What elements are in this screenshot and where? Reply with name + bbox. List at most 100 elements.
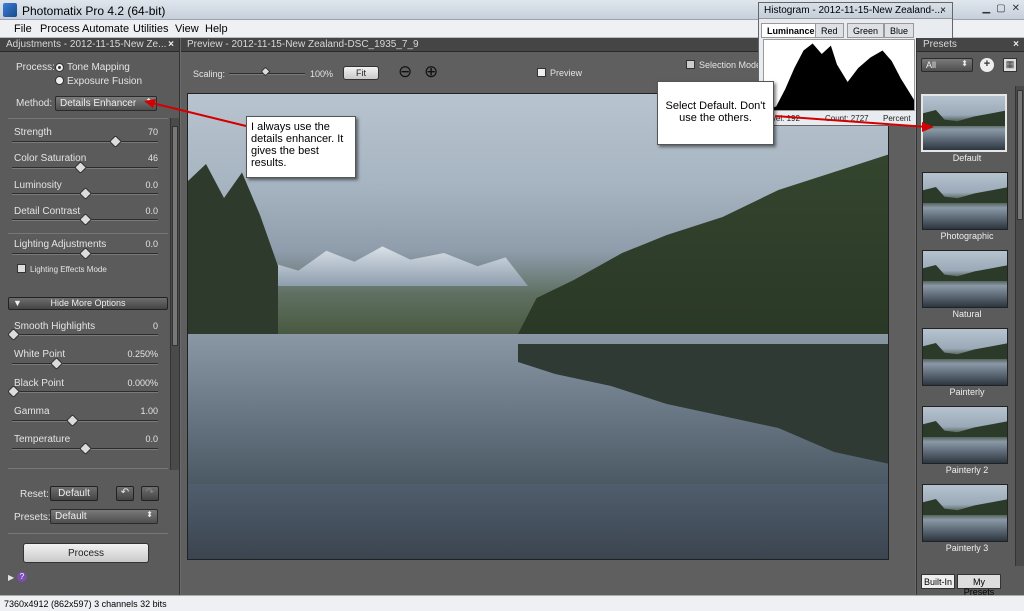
strength-label: Strength: [14, 127, 52, 138]
tab-red[interactable]: Red: [815, 23, 844, 38]
preset-label-painterly-3: Painterly 3: [945, 543, 989, 553]
scaling-value: 100%: [310, 69, 334, 79]
histogram-graph: [763, 39, 915, 111]
luminosity-thumb[interactable]: [79, 187, 92, 200]
tone-mapping-radio[interactable]: [55, 63, 64, 72]
expand-icon[interactable]: ▶: [8, 573, 14, 582]
presets-label: Presets:: [14, 512, 51, 523]
presets-filter-value: All: [926, 60, 937, 70]
thumb-trees: [923, 343, 1007, 359]
preset-thumb-painterly-3[interactable]: [922, 484, 1008, 542]
app-title: Photomatix Pro 4.2 (64-bit): [22, 4, 166, 18]
close-icon[interactable]: ×: [168, 39, 174, 50]
temperature-value: 0.0: [145, 434, 158, 444]
menu-help[interactable]: Help: [205, 23, 228, 35]
hide-more-options-button[interactable]: ▼ Hide More Options: [8, 297, 168, 310]
method-label: Method:: [16, 98, 53, 109]
thumb-trees: [923, 421, 1007, 437]
redo-button[interactable]: ↷: [141, 486, 159, 501]
zoom-in-icon[interactable]: ⊕: [424, 62, 438, 82]
black-point-label: Black Point: [14, 378, 65, 389]
tab-my-presets[interactable]: My Presets: [957, 574, 1001, 597]
method-select[interactable]: Details Enhancer ⬍: [55, 96, 157, 111]
close-icon[interactable]: ✕: [1012, 3, 1020, 14]
reset-default-button[interactable]: Default: [50, 486, 98, 501]
gamma-thumb[interactable]: [66, 414, 79, 427]
divider: [8, 233, 168, 234]
strength-thumb[interactable]: [109, 135, 122, 148]
tab-luminance[interactable]: Luminance: [761, 23, 821, 38]
histogram-header: Histogram - 2012-11-15-New Zealand-... ×: [759, 3, 952, 19]
histogram-title: Histogram - 2012-11-15-New Zealand-...: [764, 5, 943, 16]
close-icon[interactable]: ×: [1013, 39, 1019, 50]
adjustments-title: Adjustments - 2012-11-15-New Ze...: [6, 39, 167, 50]
temperature-thumb[interactable]: [79, 442, 92, 455]
preset-label-painterly-2: Painterly 2: [945, 465, 989, 475]
help-icon[interactable]: ?: [17, 572, 27, 582]
undo-button[interactable]: ↶: [116, 486, 134, 501]
triangle-down-icon: ▼: [13, 298, 22, 308]
lighting-effects-label: Lighting Effects Mode: [30, 265, 107, 274]
view-mode-icon[interactable]: ▦: [1003, 58, 1017, 72]
selection-mode-checkbox[interactable]: [686, 60, 695, 69]
fit-button[interactable]: Fit: [343, 66, 379, 80]
close-icon[interactable]: ×: [940, 5, 946, 16]
white-point-value: 0.250%: [127, 349, 158, 359]
hide-more-options-label: Hide More Options: [50, 298, 126, 308]
black-point-slider[interactable]: [12, 391, 158, 393]
adjustments-panel: Adjustments - 2012-11-15-New Ze... × Pro…: [0, 38, 180, 595]
detail-contrast-thumb[interactable]: [79, 213, 92, 226]
presets-filter-select[interactable]: All ⬍: [921, 58, 973, 72]
add-preset-icon[interactable]: +: [980, 58, 994, 72]
method-value: Details Enhancer: [60, 98, 137, 109]
status-text: 7360x4912 (862x597) 3 channels 32 bits: [4, 599, 167, 609]
menu-file[interactable]: File: [14, 23, 32, 35]
tab-green[interactable]: Green: [847, 23, 885, 38]
minimize-icon[interactable]: ▁: [982, 3, 990, 14]
presets-scrollbar[interactable]: [1015, 86, 1024, 566]
mountains: [248, 246, 528, 286]
black-point-value: 0.000%: [127, 378, 158, 388]
color-saturation-label: Color Saturation: [14, 153, 87, 164]
preset-thumb-painterly[interactable]: [922, 328, 1008, 386]
menu-automate[interactable]: Automate: [82, 23, 129, 35]
tab-built-in[interactable]: Built-In: [921, 574, 955, 589]
preset-thumb-photographic[interactable]: [922, 172, 1008, 230]
thumb-trees: [923, 110, 1005, 126]
adjustments-scrollbar[interactable]: [170, 118, 179, 470]
temperature-label: Temperature: [14, 434, 71, 445]
gamma-label: Gamma: [14, 406, 50, 417]
preset-thumb-natural[interactable]: [922, 250, 1008, 308]
menu-process[interactable]: Process: [40, 23, 80, 35]
divider: [8, 533, 168, 534]
preview-label: Preview: [550, 68, 583, 78]
exposure-fusion-radio[interactable]: [55, 76, 64, 85]
presets-select[interactable]: Default ⬍: [50, 509, 158, 524]
preset-thumb-painterly-2[interactable]: [922, 406, 1008, 464]
scrollbar-thumb[interactable]: [172, 126, 178, 346]
preset-thumb-default[interactable]: [921, 94, 1007, 152]
scrollbar-thumb[interactable]: [1017, 90, 1023, 220]
gamma-slider[interactable]: [12, 420, 158, 422]
process-button[interactable]: Process: [23, 543, 149, 563]
smooth-highlights-slider[interactable]: [12, 334, 158, 336]
presets-header: Presets ×: [917, 38, 1024, 52]
preview-checkbox[interactable]: [537, 68, 546, 77]
callout-details-enhancer: I always use the details enhancer. It gi…: [246, 116, 356, 178]
zoom-out-icon[interactable]: ⊖: [398, 62, 412, 82]
tab-blue[interactable]: Blue: [884, 23, 915, 38]
detail-contrast-label: Detail Contrast: [14, 206, 81, 217]
strength-slider[interactable]: [12, 141, 158, 143]
lighting-effects-checkbox[interactable]: [17, 264, 26, 273]
color-saturation-value: 46: [147, 153, 158, 163]
menu-view[interactable]: View: [175, 23, 199, 35]
presets-value: Default: [55, 511, 87, 522]
smooth-highlights-value: 0: [152, 321, 158, 331]
selection-mode-label: Selection Mode: [699, 60, 762, 70]
menu-utilities[interactable]: Utilities: [133, 23, 168, 35]
white-point-slider[interactable]: [12, 363, 158, 365]
maximize-icon[interactable]: ▢: [996, 3, 1005, 14]
thumb-trees: [923, 265, 1007, 281]
presets-panel: Presets × All ⬍ + ▦ Default Photographic…: [916, 38, 1024, 597]
trees-left: [188, 164, 278, 334]
